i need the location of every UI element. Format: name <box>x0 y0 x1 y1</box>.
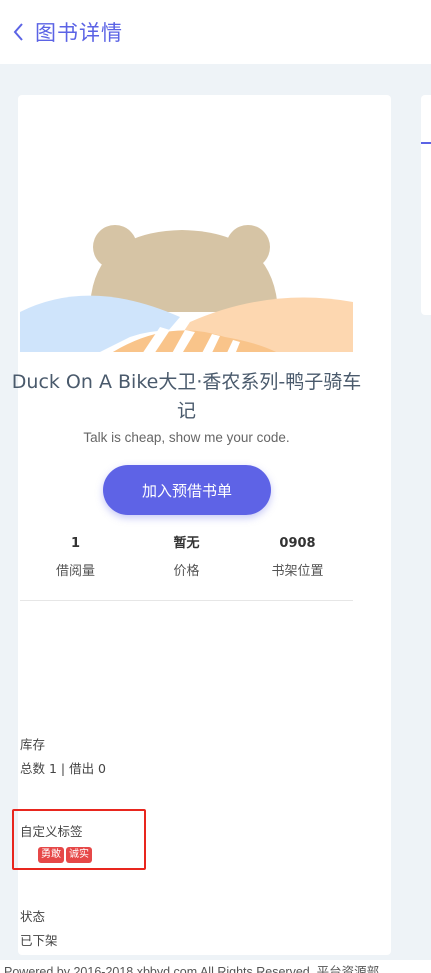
inventory-value: 总数 1 | 借出 0 <box>20 761 107 776</box>
inventory-label: 库存 <box>20 737 46 752</box>
status-label: 状态 <box>20 909 46 924</box>
top-bar: 图书详情 <box>0 0 431 64</box>
stat-label: 借阅量 <box>55 564 95 579</box>
status-value: 已下架 <box>20 933 58 948</box>
stat-label: 书架位置 <box>271 564 324 579</box>
stat-shelf-location: 0908 书架位置 <box>242 534 353 579</box>
custom-tags-label: 自定义标签 <box>20 824 83 839</box>
side-panel <box>421 95 431 315</box>
book-title: Duck On A Bike大卫·香农系列-鸭子骑车记 <box>11 371 362 422</box>
stat-label: 价格 <box>173 564 200 579</box>
copyright-text: Powered by 2016-2018 xbbyd.com All Right… <box>4 965 380 973</box>
divider <box>20 600 353 601</box>
add-to-reserve-list-button[interactable]: 加入预借书单 <box>103 465 271 515</box>
book-stats: 1 借阅量 暂无 价格 0908 书架位置 <box>20 534 353 579</box>
tag-badge: 诚实 <box>66 847 92 863</box>
stat-value: 暂无 <box>173 536 200 551</box>
side-panel-tab-indicator <box>421 142 431 144</box>
stat-value: 1 <box>70 536 81 551</box>
tag-badge: 勇敢 <box>38 847 64 863</box>
stat-value: 0908 <box>279 536 316 551</box>
chevron-left-icon <box>13 23 23 41</box>
stat-price: 暂无 价格 <box>131 534 242 579</box>
footer: Powered by 2016-2018 xbbyd.com All Right… <box>0 960 431 973</box>
stat-borrow-count: 1 借阅量 <box>20 534 131 579</box>
back-button[interactable] <box>4 17 34 47</box>
book-subtitle: Talk is cheap, show me your code. <box>83 430 290 445</box>
custom-tags-list: 勇敢 诚实 <box>38 847 92 863</box>
book-cover-image <box>20 112 353 352</box>
page-title: 图书详情 <box>35 21 123 45</box>
